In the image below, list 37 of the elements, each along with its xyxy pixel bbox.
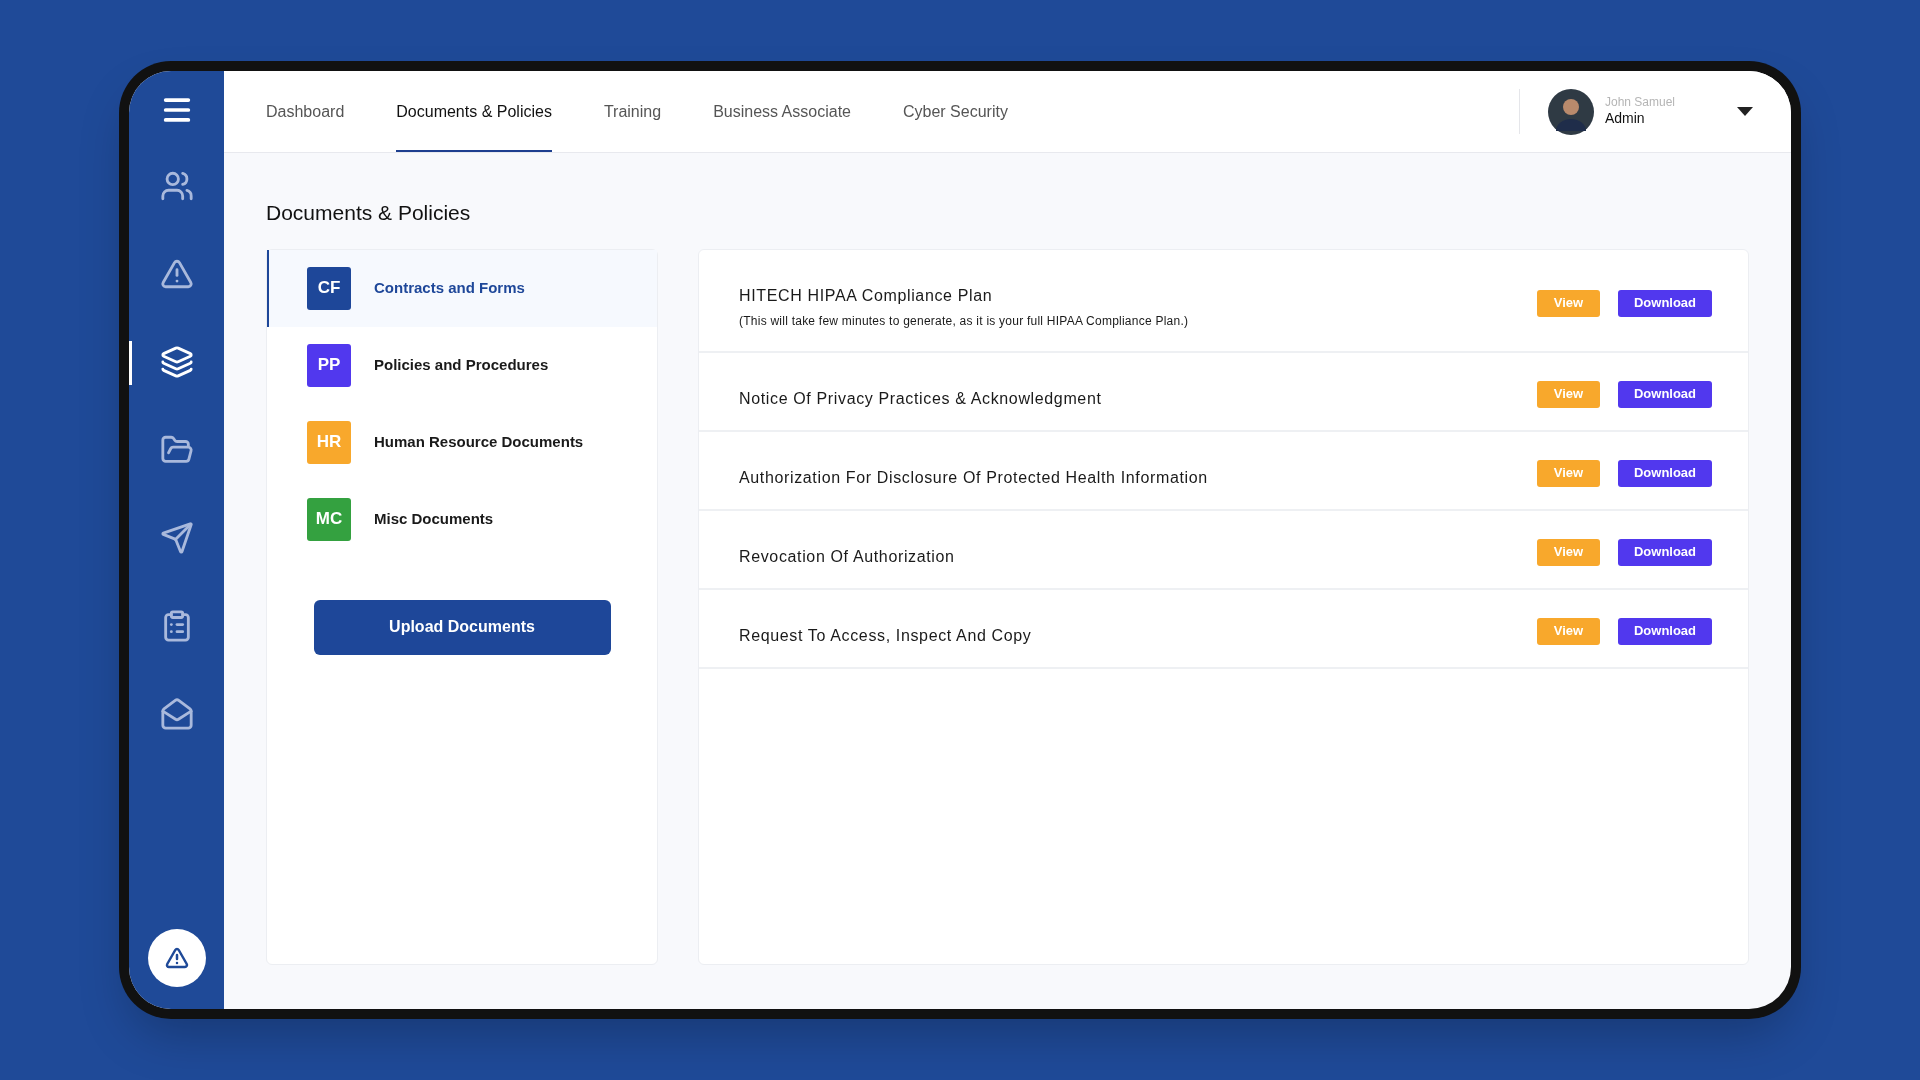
nav-tab[interactable]: Training — [603, 71, 662, 152]
avatar — [1547, 88, 1594, 135]
user-role: Admin — [1604, 110, 1646, 128]
nav-tab[interactable]: Cyber Security — [903, 71, 1008, 152]
nav-tab[interactable]: Dashboard — [266, 71, 345, 152]
warning-icon[interactable] — [159, 257, 194, 291]
category-item[interactable]: CF Contracts and Forms — [267, 249, 657, 327]
category-item[interactable]: HR Human Resource Documents — [267, 403, 657, 481]
category-badge: HR — [307, 420, 351, 464]
alert-button[interactable] — [147, 929, 206, 987]
user-name: John Samuel — [1604, 95, 1675, 111]
download-button[interactable]: Download — [1618, 617, 1712, 645]
document-title: Notice Of Privacy Practices & Acknowledgment — [739, 388, 1103, 409]
document-title: Authorization For Disclosure Of Protected Health Information — [739, 467, 1209, 488]
send-icon[interactable] — [159, 521, 194, 555]
open-envelope-icon[interactable] — [159, 697, 194, 731]
category-badge: PP — [307, 343, 351, 387]
download-button[interactable]: Download — [1618, 289, 1712, 317]
category-item[interactable]: MC Misc Documents — [267, 480, 657, 558]
nav-tab[interactable]: Business Associate — [713, 71, 851, 152]
download-button[interactable]: Download — [1618, 459, 1712, 487]
layers-icon[interactable] — [159, 345, 194, 379]
category-badge: CF — [307, 266, 351, 310]
document-note: (This will take few minutes to generate, as it is your full HIPAA Compliance Plan.) — [739, 312, 1190, 330]
caret-icon[interactable] — [1737, 107, 1753, 116]
document-title: Revocation Of Authorization — [739, 546, 956, 567]
category-badge: MC — [307, 497, 351, 541]
download-button[interactable]: Download — [1618, 538, 1712, 566]
page-title: Documents & Policies — [266, 200, 472, 226]
category-item[interactable]: PP Policies and Procedures — [267, 326, 657, 404]
warning-icon — [164, 946, 189, 970]
download-button[interactable]: Download — [1618, 380, 1712, 408]
upload-button[interactable]: Upload Documents — [313, 599, 611, 655]
document-title: Request To Access, Inspect And Copy — [739, 625, 1033, 646]
nav-tab[interactable]: Documents & Policies — [396, 71, 552, 152]
document-title: HITECH HIPAA Compliance Plan — [739, 285, 994, 306]
users-icon[interactable] — [159, 169, 194, 203]
